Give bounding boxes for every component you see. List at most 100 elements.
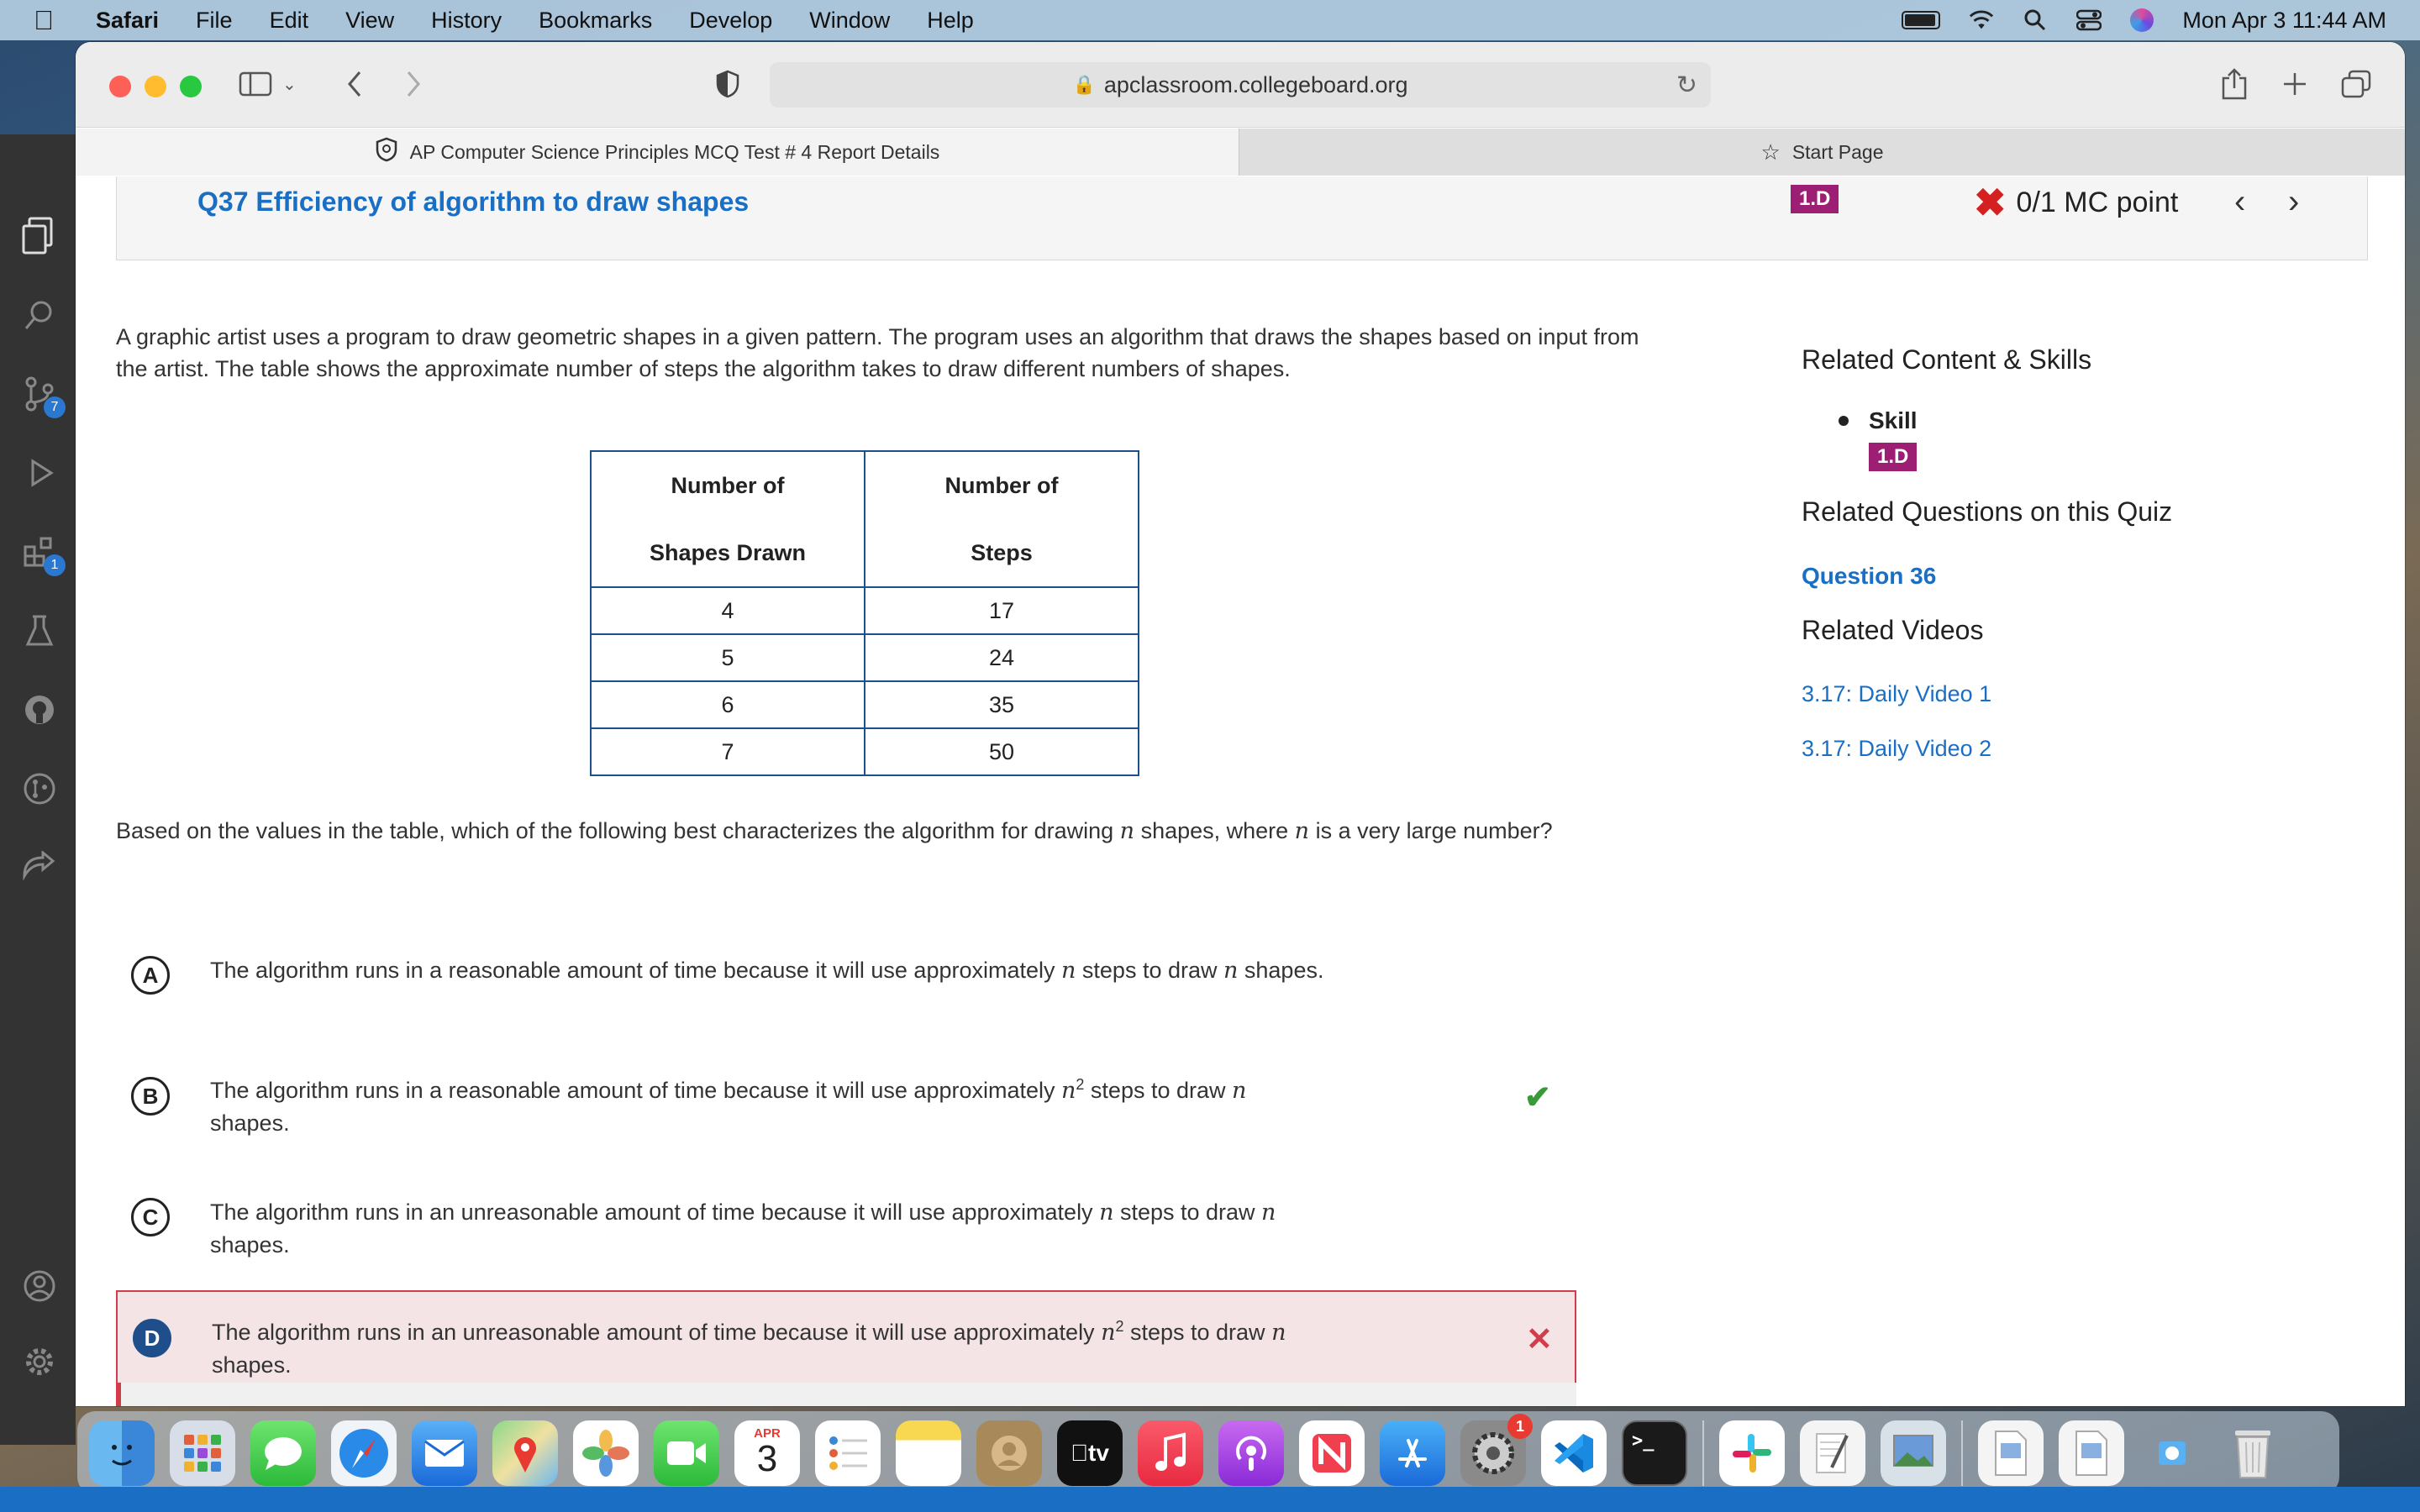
- github-icon[interactable]: [18, 689, 60, 731]
- tab-start-page[interactable]: ☆ Start Page: [1239, 129, 2405, 176]
- steps-table: Number of Shapes Drawn Number of Steps 4 17…: [590, 450, 1139, 776]
- menu-develop[interactable]: Develop: [689, 8, 772, 34]
- png-file-icon[interactable]: [1978, 1420, 2044, 1486]
- table-header-shapes: Number of Shapes Drawn: [590, 450, 865, 588]
- terminal-icon[interactable]: >_: [1622, 1420, 1687, 1486]
- tab-overview-icon[interactable]: [2341, 67, 2371, 101]
- menu-file[interactable]: File: [196, 8, 233, 34]
- finder-icon[interactable]: [89, 1420, 155, 1486]
- contacts-icon[interactable]: [976, 1420, 1042, 1486]
- dock-separator: [1961, 1420, 1963, 1486]
- correct-checkmark-icon: ✔: [1524, 1080, 1551, 1116]
- privacy-shield-icon[interactable]: [716, 67, 739, 101]
- png-file-icon[interactable]: [2059, 1420, 2124, 1486]
- music-icon[interactable]: [1138, 1420, 1203, 1486]
- choice-b[interactable]: B The algorithm runs in a reasonable amo…: [116, 1050, 1576, 1156]
- choice-d[interactable]: D The algorithm runs in an unreasonable …: [116, 1290, 1576, 1396]
- notes-icon[interactable]: [896, 1420, 961, 1486]
- settings-gear-icon[interactable]: [18, 1341, 60, 1383]
- tab-report-details-label: AP Computer Science Principles MCQ Test …: [409, 140, 940, 163]
- chevron-down-icon[interactable]: ⌄: [282, 67, 297, 101]
- menu-view[interactable]: View: [345, 8, 394, 34]
- table-row: 4 17: [590, 586, 1139, 635]
- slack-icon[interactable]: [1719, 1420, 1785, 1486]
- testing-flask-icon[interactable]: [18, 610, 60, 652]
- search-icon[interactable]: [18, 294, 60, 336]
- question-prompt: Based on the values in the table, which …: [116, 818, 1553, 844]
- explorer-icon[interactable]: [18, 215, 60, 257]
- next-question-icon[interactable]: ›: [2288, 183, 2299, 221]
- siri-icon[interactable]: [2130, 8, 2154, 32]
- maps-icon[interactable]: [492, 1420, 558, 1486]
- menu-window[interactable]: Window: [809, 8, 890, 34]
- share-icon[interactable]: [2222, 67, 2247, 101]
- new-tab-plus-icon[interactable]: [2282, 67, 2307, 101]
- close-window-button[interactable]: [109, 76, 131, 97]
- menu-app-name[interactable]: Safari: [96, 8, 159, 34]
- accounts-icon[interactable]: [18, 1265, 60, 1307]
- photos-icon[interactable]: [573, 1420, 639, 1486]
- control-center-icon[interactable]: [2076, 8, 2102, 33]
- menu-history[interactable]: History: [431, 8, 502, 34]
- remote-explorer-icon[interactable]: [18, 847, 60, 889]
- menu-bookmarks[interactable]: Bookmarks: [539, 8, 652, 34]
- tab-bar: AP Computer Science Principles MCQ Test …: [76, 129, 2405, 176]
- table-header-steps: Number of Steps: [864, 450, 1139, 588]
- table-row: 6 35: [590, 680, 1139, 729]
- spotlight-search-icon[interactable]: [2023, 8, 2048, 33]
- sidebar-toggle-icon[interactable]: [239, 67, 272, 101]
- reload-icon[interactable]: ↻: [1676, 71, 1697, 100]
- college-board-shield-icon: [375, 137, 398, 168]
- tab-report-details[interactable]: AP Computer Science Principles MCQ Test …: [76, 129, 1239, 176]
- calendar-icon[interactable]: APR 3: [734, 1420, 800, 1486]
- preview-icon[interactable]: [1881, 1420, 1946, 1486]
- question-title[interactable]: Q37 Efficiency of algorithm to draw shap…: [197, 186, 749, 218]
- question-stem: A graphic artist uses a program to draw …: [116, 324, 1639, 381]
- facetime-icon[interactable]: [654, 1420, 719, 1486]
- extensions-icon[interactable]: 1: [18, 531, 66, 576]
- back-arrow-icon[interactable]: [346, 67, 363, 101]
- source-control-badge: 7: [44, 396, 66, 418]
- zoom-window-button[interactable]: [180, 76, 202, 97]
- minimize-window-button[interactable]: [145, 76, 166, 97]
- wifi-icon[interactable]: [1969, 8, 1994, 33]
- run-debug-icon[interactable]: [18, 452, 60, 494]
- podcasts-icon[interactable]: [1218, 1420, 1284, 1486]
- menu-bar:  Safari File Edit View History Bookmark…: [0, 0, 2420, 40]
- git-graph-icon[interactable]: [18, 768, 60, 810]
- address-bar[interactable]: 🔒 apclassroom.collegeboard.org ↻: [770, 62, 1711, 108]
- incorrect-x-icon: ✖: [1974, 181, 2007, 224]
- system-preferences-icon[interactable]: 1: [1460, 1414, 1533, 1486]
- choice-c[interactable]: C The algorithm runs in an unreasonable …: [116, 1171, 1576, 1277]
- video-link-2[interactable]: 3.17: Daily Video 2: [1802, 736, 2339, 762]
- related-question-link[interactable]: Question 36: [1802, 563, 2339, 590]
- choice-letter-a: A: [131, 956, 170, 995]
- textedit-icon[interactable]: [1800, 1420, 1865, 1486]
- launchpad-icon[interactable]: [170, 1420, 235, 1486]
- menu-clock[interactable]: Mon Apr 3 11:44 AM: [2182, 8, 2386, 34]
- safari-icon[interactable]: [331, 1420, 397, 1486]
- menu-help[interactable]: Help: [927, 8, 974, 34]
- sidebar-skill-tag: 1.D: [1869, 443, 1918, 471]
- forward-arrow-icon[interactable]: [405, 67, 422, 101]
- video-link-1[interactable]: 3.17: Daily Video 1: [1802, 681, 2339, 707]
- vscode-icon[interactable]: [1541, 1420, 1607, 1486]
- messages-icon[interactable]: [250, 1420, 316, 1486]
- downloads-stack-icon[interactable]: [2139, 1420, 2205, 1486]
- trash-icon[interactable]: [2220, 1420, 2286, 1486]
- apple-tv-icon[interactable]: tv: [1057, 1420, 1123, 1486]
- choice-letter-c: C: [131, 1198, 170, 1236]
- choice-a[interactable]: A The algorithm runs in a reasonable amo…: [116, 929, 1576, 1035]
- choice-letter-d: D: [133, 1319, 171, 1357]
- mail-icon[interactable]: [412, 1420, 477, 1486]
- menu-edit[interactable]: Edit: [270, 8, 309, 34]
- previous-question-icon[interactable]: ‹: [2234, 183, 2245, 221]
- apple-menu-icon[interactable]: : [34, 5, 67, 36]
- reminders-icon[interactable]: [815, 1420, 881, 1486]
- news-icon[interactable]: [1299, 1420, 1365, 1486]
- source-control-icon[interactable]: 7: [18, 373, 66, 418]
- battery-icon[interactable]: [1902, 11, 1941, 29]
- window-controls: [109, 76, 202, 97]
- app-store-icon[interactable]: [1380, 1420, 1445, 1486]
- vscode-status-bar: [0, 1487, 2420, 1512]
